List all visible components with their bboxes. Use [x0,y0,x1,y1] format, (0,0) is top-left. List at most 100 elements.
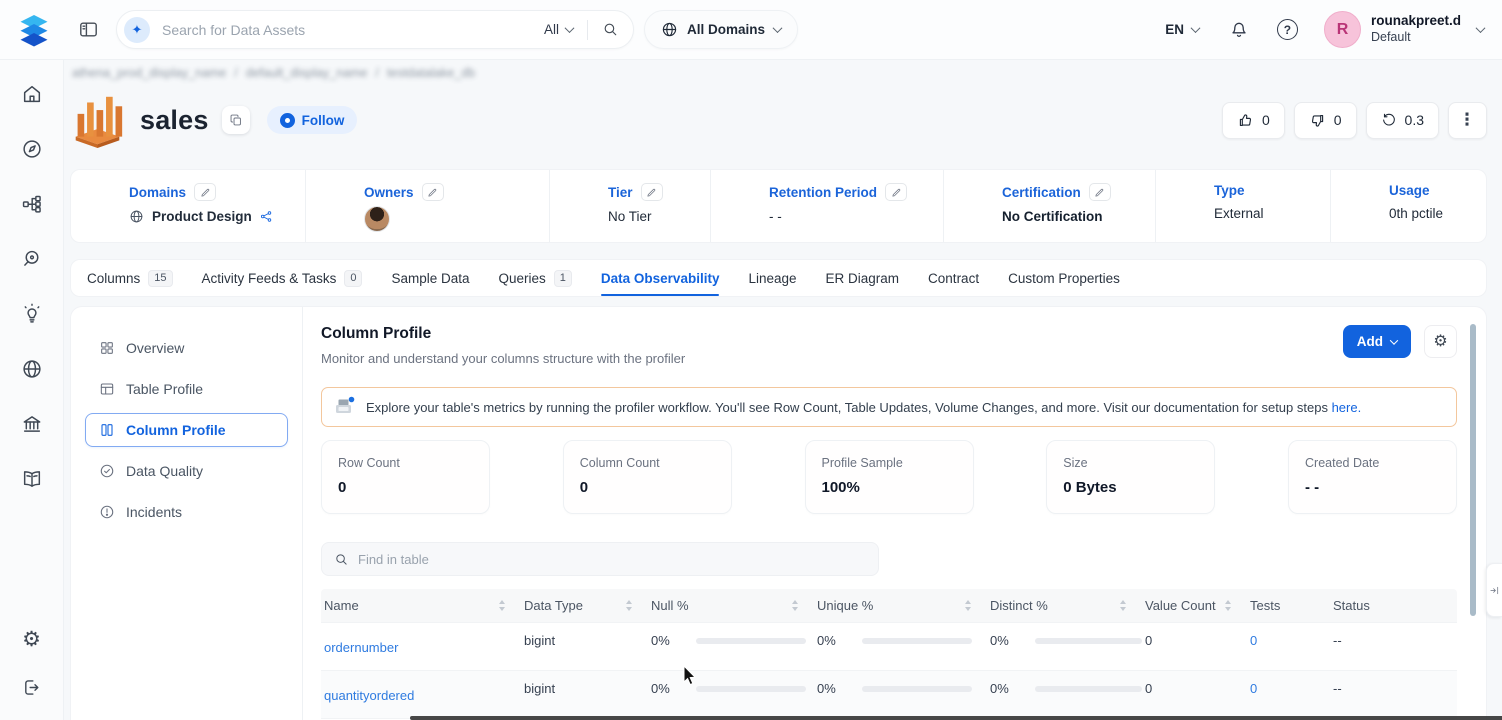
sort-icon[interactable] [792,600,798,611]
breadcrumb-item[interactable]: default_display_name [246,66,368,80]
search-input[interactable] [162,22,544,38]
breadcrumb-item[interactable]: testdatalake_db [387,66,475,80]
ai-sparkle-icon[interactable]: ✦ [124,17,150,43]
side-panel-toggle[interactable] [1486,563,1502,617]
col-header-value-count[interactable]: Value Count [1142,589,1247,622]
language-dropdown[interactable]: EN [1165,22,1199,37]
divider [587,20,588,40]
sidebar-toggle-icon[interactable] [78,19,99,40]
sort-icon[interactable] [965,600,971,611]
tab-er-diagram[interactable]: ER Diagram [826,260,900,296]
app-logo-icon[interactable] [16,12,52,48]
tab-sample-data[interactable]: Sample Data [391,260,469,296]
chevron-down-icon [565,23,575,33]
domain-link[interactable]: Product Design [152,209,252,224]
sort-icon[interactable] [1225,600,1231,611]
owner-avatar[interactable] [364,206,390,232]
tab-columns[interactable]: Columns15 [87,260,173,296]
upvote-button[interactable]: 0 [1222,102,1285,139]
null-pct-cell: 0% [648,623,814,648]
hierarchy-icon[interactable] [21,193,43,215]
subdomain-link-icon[interactable] [260,210,273,223]
tab-queries[interactable]: Queries1 [499,260,572,296]
metadata-owners: Owners [306,170,550,242]
insights-lightbulb-icon[interactable] [21,303,43,325]
sidebar-item-incidents[interactable]: Incidents [85,495,288,529]
sidebar-item-table-profile[interactable]: Table Profile [85,372,288,406]
global-search-bar[interactable]: ✦ All [116,10,634,49]
col-header-data-type[interactable]: Data Type [521,589,648,622]
logout-icon[interactable] [21,677,42,698]
notifications-bell-icon[interactable] [1229,20,1249,40]
sort-icon[interactable] [499,600,505,611]
add-button[interactable]: Add [1343,325,1411,358]
copy-name-icon[interactable] [222,106,250,134]
thumbs-up-icon [1237,112,1254,129]
vertical-scrollbar[interactable] [1470,324,1476,616]
profiler-workflow-icon [332,395,356,419]
edit-tier-icon[interactable] [641,183,663,201]
sort-icon[interactable] [626,600,632,611]
data-observability-panel: Overview Table Profile Column Profile Da… [70,306,1487,720]
edit-owners-icon[interactable] [422,183,444,201]
more-options-kebab-icon[interactable]: ⋮ [1448,102,1487,139]
alert-circle-icon [99,504,115,520]
version-history-button[interactable]: 0.3 [1366,102,1439,139]
find-in-table-input[interactable] [358,552,866,567]
data-type-cell: bigint [521,671,648,696]
check-circle-icon [99,463,115,479]
tab-lineage[interactable]: Lineage [748,260,796,296]
glossary-book-icon[interactable] [21,468,43,490]
sidebar-item-overview[interactable]: Overview [85,331,288,365]
chevron-down-icon [773,23,783,33]
documentation-link[interactable]: here. [1332,400,1362,415]
explore-compass-icon[interactable] [21,138,43,160]
breadcrumb-item[interactable]: athena_prod_display_name [72,66,226,80]
entity-tabs: Columns15 Activity Feeds & Tasks0 Sample… [70,259,1487,297]
sort-icon[interactable] [1120,600,1126,611]
tab-data-observability[interactable]: Data Observability [601,260,720,296]
find-in-table-search[interactable] [321,542,879,576]
column-profile-content: Column Profile Monitor and understand yo… [303,307,1486,720]
edit-domains-icon[interactable] [194,183,216,201]
edit-retention-icon[interactable] [885,183,907,201]
breadcrumb[interactable]: athena_prod_display_name / default_displ… [72,66,1487,80]
tests-link[interactable]: 0 [1247,671,1330,696]
tab-count-badge: 1 [554,270,572,287]
value-count-cell: 0 [1142,623,1247,648]
grid-icon [99,340,115,356]
downvote-button[interactable]: 0 [1294,102,1357,139]
settings-gear-icon[interactable]: ⚙ [22,629,41,651]
status-cell: -- [1330,671,1457,696]
profiler-sidebar: Overview Table Profile Column Profile Da… [71,307,303,720]
progress-bar [1035,686,1142,692]
edit-certification-icon[interactable] [1089,183,1111,201]
column-profile-table: Name Data Type Null % Unique % Distinct … [321,589,1457,720]
profiler-settings-gear-icon[interactable]: ⚙ [1424,325,1457,358]
tab-custom-properties[interactable]: Custom Properties [1008,260,1120,296]
search-icon[interactable] [602,21,619,38]
column-name-link[interactable]: quantityordered [321,671,521,703]
help-icon[interactable]: ? [1277,19,1298,40]
sidebar-item-data-quality[interactable]: Data Quality [85,454,288,488]
chevron-down-icon [1476,23,1486,33]
home-icon[interactable] [21,83,43,105]
domains-globe-icon[interactable] [21,358,43,380]
search-scope-dropdown[interactable]: All [544,22,573,37]
follow-button[interactable]: Follow [267,106,358,134]
governance-bank-icon[interactable] [21,413,43,435]
search-eye-icon[interactable] [21,248,43,270]
tab-contract[interactable]: Contract [928,260,979,296]
col-header-distinct-pct[interactable]: Distinct % [987,589,1142,622]
all-domains-dropdown[interactable]: All Domains [644,10,798,49]
user-menu[interactable]: R rounakpreet.d Default [1324,11,1484,48]
col-header-null-pct[interactable]: Null % [648,589,814,622]
sidebar-item-column-profile[interactable]: Column Profile [85,413,288,447]
col-header-unique-pct[interactable]: Unique % [814,589,987,622]
tab-activity-feeds[interactable]: Activity Feeds & Tasks0 [202,260,363,296]
unique-pct-cell: 0% [814,623,987,648]
column-name-link[interactable]: ordernumber [321,623,521,655]
tests-link[interactable]: 0 [1247,623,1330,648]
section-title: Column Profile [321,325,685,343]
col-header-name[interactable]: Name [321,589,521,622]
